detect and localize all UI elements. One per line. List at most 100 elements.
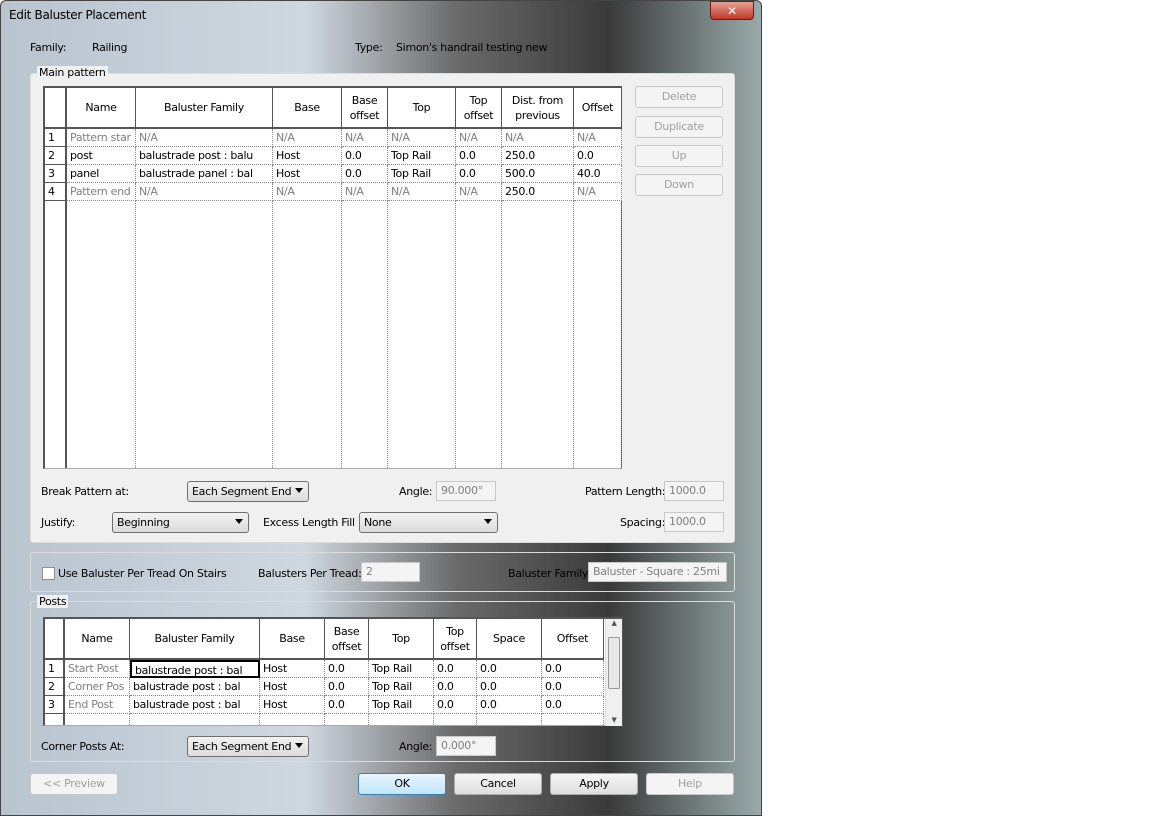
- angle-field[interactable]: 90.000°: [436, 481, 496, 501]
- column-header[interactable]: Name: [65, 619, 130, 660]
- help-button[interactable]: Help: [646, 773, 734, 795]
- table-cell[interactable]: Pattern end: [67, 183, 136, 201]
- table-cell[interactable]: End Post: [65, 696, 130, 714]
- close-button[interactable]: ✕: [710, 1, 754, 20]
- row-number[interactable]: 2: [45, 678, 65, 696]
- column-header[interactable]: Space: [477, 619, 542, 660]
- table-cell[interactable]: Host: [260, 696, 325, 714]
- column-header[interactable]: Base: [273, 88, 342, 129]
- table-cell[interactable]: balustrade post : bal: [130, 660, 260, 678]
- excess-length-select[interactable]: None: [359, 512, 498, 533]
- table-cell[interactable]: 0.0: [477, 678, 542, 696]
- justify-select[interactable]: Beginning: [112, 512, 249, 533]
- table-cell[interactable]: balustrade post : bal: [130, 696, 260, 714]
- table-cell[interactable]: Host: [273, 165, 342, 183]
- column-header[interactable]: Base offset: [325, 619, 369, 660]
- preview-button[interactable]: << Preview: [30, 773, 118, 795]
- table-cell[interactable]: 0.0: [342, 165, 388, 183]
- table-cell[interactable]: Top Rail: [369, 696, 434, 714]
- table-cell[interactable]: 0.0: [477, 696, 542, 714]
- table-cell[interactable]: N/A: [502, 129, 574, 147]
- table-cell[interactable]: Corner Pos: [65, 678, 130, 696]
- column-header[interactable]: [45, 88, 67, 129]
- column-header[interactable]: Name: [67, 88, 136, 129]
- scroll-up-icon[interactable]: ▲: [606, 619, 622, 627]
- row-number[interactable]: 1: [45, 129, 67, 147]
- table-cell[interactable]: N/A: [136, 183, 273, 201]
- table-cell[interactable]: 0.0: [456, 165, 502, 183]
- table-cell[interactable]: 0.0: [325, 660, 369, 678]
- table-cell[interactable]: Top Rail: [369, 678, 434, 696]
- table-cell[interactable]: 0.0: [342, 147, 388, 165]
- table-cell[interactable]: N/A: [273, 129, 342, 147]
- table-cell[interactable]: balustrade post : balu: [136, 147, 273, 165]
- column-header[interactable]: Base offset: [342, 88, 388, 129]
- table-cell[interactable]: balustrade post : bal: [130, 678, 260, 696]
- table-cell[interactable]: 500.0: [502, 165, 574, 183]
- table-cell[interactable]: 250.0: [502, 147, 574, 165]
- column-header[interactable]: Top offset: [456, 88, 502, 129]
- table-cell[interactable]: N/A: [574, 183, 622, 201]
- cancel-button[interactable]: Cancel: [454, 773, 542, 795]
- column-header[interactable]: Top offset: [434, 619, 477, 660]
- table-cell[interactable]: Top Rail: [369, 660, 434, 678]
- table-cell[interactable]: 0.0: [434, 678, 477, 696]
- row-number[interactable]: 1: [45, 660, 65, 678]
- table-cell[interactable]: balustrade panel : bal: [136, 165, 273, 183]
- column-header[interactable]: Top: [388, 88, 456, 129]
- down-button[interactable]: Down: [635, 174, 723, 196]
- ok-button[interactable]: OK: [358, 773, 446, 795]
- column-header[interactable]: Baluster Family: [130, 619, 260, 660]
- row-number[interactable]: 3: [45, 696, 65, 714]
- table-cell[interactable]: N/A: [342, 183, 388, 201]
- delete-button[interactable]: Delete: [635, 86, 723, 108]
- table-cell[interactable]: Host: [260, 678, 325, 696]
- apply-button[interactable]: Apply: [550, 773, 638, 795]
- corner-posts-select[interactable]: Each Segment End: [187, 736, 309, 757]
- table-cell[interactable]: N/A: [388, 129, 456, 147]
- table-cell[interactable]: panel: [67, 165, 136, 183]
- table-cell[interactable]: 0.0: [574, 147, 622, 165]
- stairs-baluster-family-select[interactable]: Baluster - Square : 25mi: [588, 562, 727, 582]
- table-cell[interactable]: 0.0: [434, 660, 477, 678]
- table-cell[interactable]: N/A: [388, 183, 456, 201]
- posts-angle-field[interactable]: 0.000°: [436, 736, 496, 756]
- table-cell[interactable]: Top Rail: [388, 165, 456, 183]
- table-cell[interactable]: 0.0: [542, 660, 604, 678]
- table-cell[interactable]: N/A: [136, 129, 273, 147]
- table-cell[interactable]: 0.0: [456, 147, 502, 165]
- posts-table[interactable]: Name Baluster Family Base Base offset Top Top…: [43, 617, 623, 726]
- column-header[interactable]: Baluster Family: [136, 88, 273, 129]
- duplicate-button[interactable]: Duplicate: [635, 116, 723, 138]
- use-baluster-per-tread-checkbox[interactable]: [42, 567, 55, 580]
- scroll-thumb[interactable]: [608, 637, 620, 689]
- column-header[interactable]: Offset: [542, 619, 604, 660]
- table-cell[interactable]: 0.0: [542, 696, 604, 714]
- table-cell[interactable]: post: [67, 147, 136, 165]
- column-header[interactable]: Top: [369, 619, 434, 660]
- row-number[interactable]: 2: [45, 147, 67, 165]
- scroll-down-icon[interactable]: ▼: [606, 716, 622, 724]
- table-cell[interactable]: 0.0: [325, 696, 369, 714]
- column-header[interactable]: Base: [260, 619, 325, 660]
- table-cell[interactable]: 0.0: [477, 660, 542, 678]
- table-cell[interactable]: Top Rail: [388, 147, 456, 165]
- table-cell[interactable]: N/A: [342, 129, 388, 147]
- table-cell[interactable]: Host: [273, 147, 342, 165]
- main-pattern-table[interactable]: Name Baluster Family Base Base offset Top Top…: [43, 86, 622, 469]
- table-cell[interactable]: 0.0: [434, 696, 477, 714]
- table-cell[interactable]: N/A: [273, 183, 342, 201]
- column-header[interactable]: [45, 619, 65, 660]
- table-cell[interactable]: 40.0: [574, 165, 622, 183]
- pattern-length-field[interactable]: 1000.0: [664, 481, 724, 501]
- table-cell[interactable]: 0.0: [325, 678, 369, 696]
- table-cell[interactable]: 250.0: [502, 183, 574, 201]
- column-header[interactable]: Offset: [574, 88, 622, 129]
- spacing-field[interactable]: 1000.0: [664, 512, 724, 532]
- table-cell[interactable]: N/A: [456, 183, 502, 201]
- up-button[interactable]: Up: [635, 145, 723, 167]
- table-cell[interactable]: N/A: [456, 129, 502, 147]
- table-cell[interactable]: Host: [260, 660, 325, 678]
- row-number[interactable]: 4: [45, 183, 67, 201]
- table-cell[interactable]: 0.0: [542, 678, 604, 696]
